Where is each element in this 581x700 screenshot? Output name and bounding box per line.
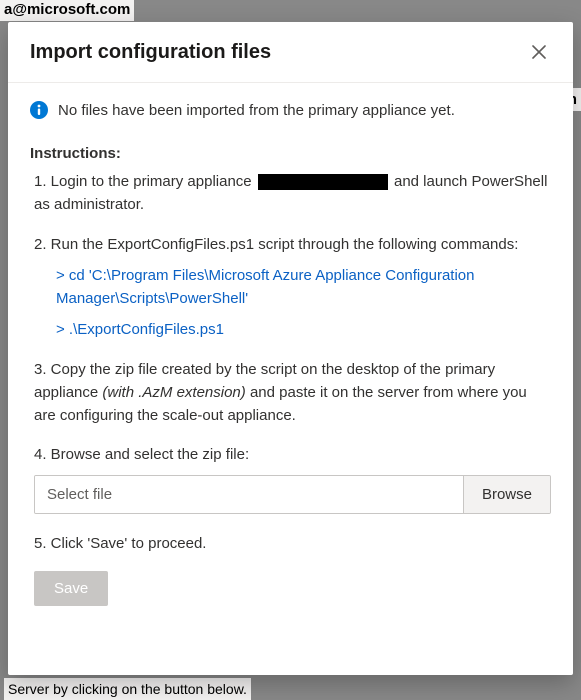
info-banner: No files have been imported from the pri… <box>30 101 551 119</box>
instruction-step-3: 3. Copy the zip file created by the scri… <box>34 358 551 428</box>
step2-text: 2. Run the ExportConfigFiles.ps1 script … <box>34 236 518 253</box>
modal-body: No files have been imported from the pri… <box>8 83 573 626</box>
instruction-step-5: 5. Click 'Save' to proceed. <box>34 532 551 555</box>
instructions-heading: Instructions: <box>30 145 551 162</box>
background-snippet-top: a@microsoft.com <box>0 0 134 21</box>
close-button[interactable] <box>527 40 551 64</box>
command-export: > .\ExportConfigFiles.ps1 <box>56 318 551 341</box>
close-icon <box>532 45 546 59</box>
command-cd: > cd 'C:\Program Files\Microsoft Azure A… <box>56 264 551 311</box>
redacted-hostname <box>258 174 388 190</box>
browse-button[interactable]: Browse <box>463 476 550 513</box>
step1-text-pre: 1. Login to the primary appliance <box>34 173 256 190</box>
import-config-modal: Import configuration files No files have… <box>8 22 573 675</box>
modal-title: Import configuration files <box>30 41 271 64</box>
step3-extension-note: (with .AzM extension) <box>102 384 245 401</box>
file-path-input[interactable] <box>35 476 463 513</box>
info-message: No files have been imported from the pri… <box>58 102 455 119</box>
instruction-step-4: 4. Browse and select the zip file: <box>34 443 551 466</box>
info-icon <box>30 101 48 119</box>
file-picker-row: Browse <box>34 475 551 514</box>
instruction-step-2: 2. Run the ExportConfigFiles.ps1 script … <box>34 233 551 342</box>
save-button[interactable]: Save <box>34 571 108 606</box>
instruction-step-1: 1. Login to the primary appliance and la… <box>34 170 551 217</box>
modal-header: Import configuration files <box>8 22 573 83</box>
background-snippet-bottom: Server by clicking on the button below. <box>4 678 251 700</box>
